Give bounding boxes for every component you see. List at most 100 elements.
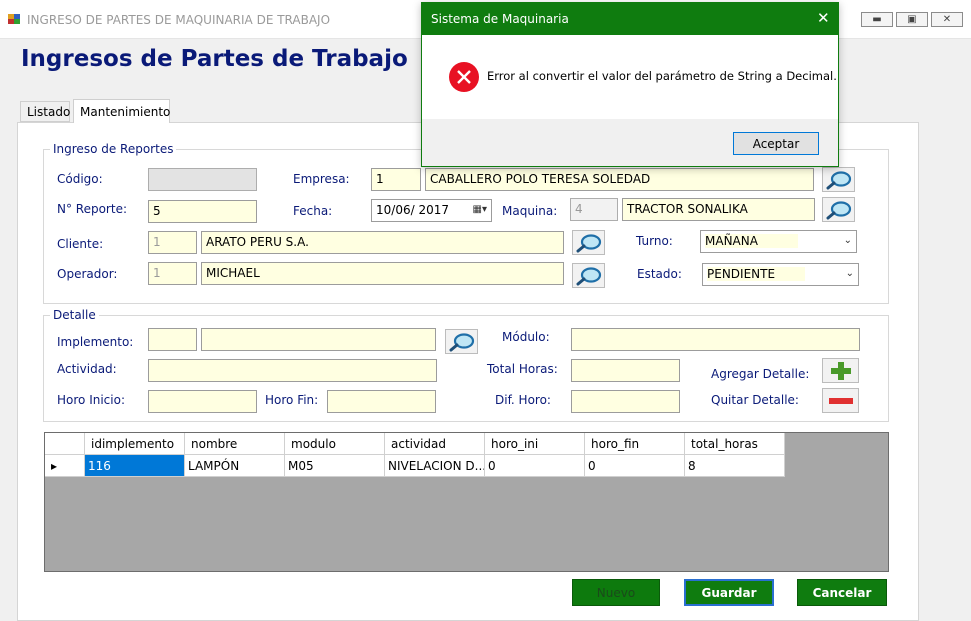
- quitar-detalle-label: Quitar Detalle:: [711, 393, 799, 407]
- error-icon: [449, 62, 479, 92]
- grid-header-idimplemento[interactable]: idimplemento: [85, 433, 185, 455]
- nuevo-button[interactable]: Nuevo: [572, 579, 660, 606]
- horo-fin-field[interactable]: [327, 390, 436, 413]
- quitar-detalle-button[interactable]: [822, 388, 859, 413]
- horo-inicio-field[interactable]: [148, 390, 257, 413]
- implemento-label: Implemento:: [57, 335, 134, 349]
- magnifier-icon: [576, 233, 601, 252]
- magnifier-icon: [826, 170, 851, 189]
- grid-cell-horo-ini[interactable]: 0: [485, 455, 585, 477]
- grid-corner-header: [45, 433, 85, 455]
- operador-id-field[interactable]: 1: [148, 262, 197, 285]
- turno-select[interactable]: MAÑANA ⌄: [700, 230, 857, 253]
- app-icon: [8, 14, 20, 24]
- close-button[interactable]: ✕: [931, 12, 963, 27]
- implemento-name-field[interactable]: [201, 328, 436, 351]
- aceptar-button[interactable]: Aceptar: [733, 132, 819, 155]
- maximize-icon: ▣: [907, 14, 917, 25]
- grid-cell-modulo[interactable]: M05: [285, 455, 385, 477]
- chevron-down-icon: ⌄: [845, 268, 854, 279]
- actividad-label: Actividad:: [57, 362, 117, 376]
- modulo-label: Módulo:: [502, 330, 550, 344]
- minus-icon: [828, 397, 853, 404]
- magnifier-icon: [576, 266, 601, 285]
- close-icon: ✕: [942, 14, 952, 25]
- estado-select[interactable]: PENDIENTE ⌄: [702, 263, 859, 286]
- dialog-message: Error al convertir el valor del parámetr…: [487, 69, 837, 83]
- grid-header-total-horas[interactable]: total_horas: [685, 433, 785, 455]
- modulo-field[interactable]: [571, 328, 860, 351]
- magnifier-icon: [826, 200, 851, 219]
- empresa-search-button[interactable]: [822, 167, 855, 192]
- horo-fin-label: Horo Fin:: [265, 393, 319, 407]
- implemento-search-button[interactable]: [445, 329, 478, 354]
- plus-icon: [830, 361, 851, 380]
- reportes-group-label: Ingreso de Reportes: [50, 142, 177, 156]
- detalle-group-label: Detalle: [50, 308, 99, 322]
- grid-cell-actividad[interactable]: NIVELACION D...: [385, 455, 485, 477]
- estado-value: PENDIENTE: [707, 267, 806, 281]
- minimize-button[interactable]: ▬: [861, 12, 893, 27]
- row-pointer-icon[interactable]: ▸: [45, 455, 85, 477]
- turno-value: MAÑANA: [705, 234, 798, 248]
- maquina-name-field[interactable]: TRACTOR SONALIKA: [622, 198, 815, 221]
- codigo-label: Código:: [57, 172, 103, 186]
- minimize-icon: ▬: [872, 14, 882, 25]
- grid-header-modulo[interactable]: modulo: [285, 433, 385, 455]
- maquina-search-button[interactable]: [822, 197, 855, 222]
- reporte-label: N° Reporte:: [57, 202, 127, 216]
- agregar-detalle-label: Agregar Detalle:: [711, 367, 810, 381]
- maquina-label: Maquina:: [502, 204, 558, 218]
- total-horas-field[interactable]: [571, 359, 680, 382]
- empresa-label: Empresa:: [293, 172, 350, 186]
- chevron-down-icon: ⌄: [843, 235, 852, 246]
- dif-horo-label: Dif. Horo:: [495, 393, 551, 407]
- operador-search-button[interactable]: [572, 263, 605, 288]
- agregar-detalle-button[interactable]: [822, 358, 859, 383]
- page-title: Ingresos de Partes de Trabajo: [21, 46, 408, 72]
- cliente-id-field[interactable]: 1: [148, 231, 197, 254]
- turno-label: Turno:: [636, 234, 673, 248]
- guardar-button[interactable]: Guardar: [684, 579, 774, 606]
- dialog-close-icon[interactable]: ✕: [817, 9, 830, 27]
- cliente-label: Cliente:: [57, 237, 104, 251]
- grid-header-horo-fin[interactable]: horo_fin: [585, 433, 685, 455]
- grid-header-nombre[interactable]: nombre: [185, 433, 285, 455]
- reporte-field[interactable]: 5: [148, 200, 257, 223]
- tab-listado[interactable]: Listado: [20, 101, 70, 122]
- fecha-label: Fecha:: [293, 204, 333, 218]
- grid-cell-horo-fin[interactable]: 0: [585, 455, 685, 477]
- cliente-name-field[interactable]: ARATO PERU S.A.: [201, 231, 564, 254]
- operador-name-field[interactable]: MICHAEL: [201, 262, 564, 285]
- grid-cell-total-horas[interactable]: 8: [685, 455, 785, 477]
- grid-header-actividad[interactable]: actividad: [385, 433, 485, 455]
- total-horas-label: Total Horas:: [487, 362, 558, 376]
- grid-header-horo-ini[interactable]: horo_ini: [485, 433, 585, 455]
- horo-inicio-label: Horo Inicio:: [57, 393, 125, 407]
- codigo-field[interactable]: [148, 168, 257, 191]
- maquina-id-field[interactable]: 4: [570, 198, 618, 221]
- cancelar-button[interactable]: Cancelar: [797, 579, 887, 606]
- window-title: INGRESO DE PARTES DE MAQUINARIA DE TRABA…: [27, 13, 331, 27]
- cliente-search-button[interactable]: [572, 230, 605, 255]
- empresa-name-field[interactable]: CABALLERO POLO TERESA SOLEDAD: [425, 168, 814, 191]
- actividad-field[interactable]: [148, 359, 437, 382]
- tab-mantenimiento[interactable]: Mantenimiento: [73, 99, 170, 123]
- dif-horo-field[interactable]: [571, 390, 680, 413]
- fecha-datepicker[interactable]: 10/06/ 2017 ▦▾: [371, 199, 492, 222]
- operador-label: Operador:: [57, 267, 118, 281]
- magnifier-icon: [449, 332, 474, 351]
- detalle-grid[interactable]: idimplemento nombre modulo actividad hor…: [44, 432, 889, 572]
- dialog-title: Sistema de Maquinaria: [431, 12, 569, 26]
- dialog-footer: Aceptar: [422, 119, 838, 166]
- error-dialog: Sistema de Maquinaria ✕ Error al convert…: [421, 2, 839, 167]
- dialog-titlebar: Sistema de Maquinaria ✕: [422, 3, 838, 35]
- estado-label: Estado:: [637, 267, 682, 281]
- grid-cell-nombre[interactable]: LAMPÓN: [185, 455, 285, 477]
- empresa-id-field[interactable]: 1: [371, 168, 421, 191]
- grid-cell-idimplemento[interactable]: 116: [85, 455, 185, 477]
- maximize-button[interactable]: ▣: [896, 12, 928, 27]
- implemento-id-field[interactable]: [148, 328, 197, 351]
- fecha-value: 10/06/ 2017: [376, 203, 449, 217]
- calendar-icon[interactable]: ▦▾: [473, 204, 487, 215]
